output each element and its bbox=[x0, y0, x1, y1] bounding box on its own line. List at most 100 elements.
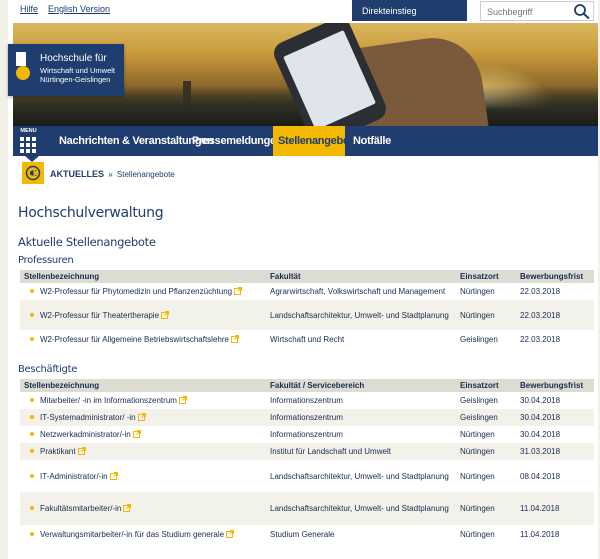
professuren-table: Stellenbezeichnung Fakultät Einsatzort B… bbox=[20, 270, 594, 348]
help-link[interactable]: Hilfe bbox=[20, 4, 38, 14]
unit-cell: Landschaftsarchitektur, Umwelt- und Stad… bbox=[266, 300, 456, 330]
breadcrumb-home[interactable]: AKTUELLES bbox=[50, 169, 104, 179]
column-header: Fakultät / Servicebereich bbox=[266, 379, 456, 392]
job-title-cell: W2-Professur für Allgemeine Betriebswirt… bbox=[20, 330, 266, 348]
direkteinstieg-dropdown[interactable]: Direkteinstieg bbox=[352, 0, 467, 21]
menu-grid-icon bbox=[20, 137, 37, 154]
table-row: IT-Administrator/-in Landschaftsarchitek… bbox=[20, 460, 594, 492]
table-row: W2-Professur für Phytomedizin und Pflanz… bbox=[20, 283, 594, 300]
beschaeftigte-heading: Beschäftigte bbox=[18, 364, 78, 375]
location-cell: Geislingen bbox=[456, 409, 516, 426]
bullet-icon bbox=[30, 312, 34, 317]
unit-cell: Wirtschaft und Recht bbox=[270, 334, 345, 344]
column-header: Bewerbungsfrist bbox=[516, 379, 594, 392]
nav-item-pressemeldungen[interactable]: Pressemeldungen bbox=[192, 126, 283, 156]
external-link-icon[interactable] bbox=[123, 504, 132, 512]
table-row: Netzwerkadministrator/-in Informationsze… bbox=[20, 426, 594, 443]
table-row: Mitarbeiter/ -in im Informationszentrum … bbox=[20, 392, 594, 409]
logo-line-3: Nürtingen-Geislingen bbox=[40, 75, 111, 84]
logo-line-2: Wirtschaft und Umwelt bbox=[40, 66, 116, 75]
location-cell: Nürtingen bbox=[460, 430, 495, 439]
menu-button[interactable]: MENU bbox=[15, 126, 42, 156]
location-cell: Nürtingen bbox=[460, 529, 495, 539]
deadline-cell: 08.04.2018 bbox=[520, 471, 561, 481]
column-header: Fakultät bbox=[266, 270, 456, 283]
job-link[interactable]: Mitarbeiter/ -in im Informationszentrum bbox=[40, 396, 177, 405]
external-link-icon[interactable] bbox=[226, 529, 235, 538]
job-link[interactable]: W2-Professur für Theatertherapie bbox=[40, 311, 159, 320]
table-row: IT-Systemadministrator/ -in Informations… bbox=[20, 409, 594, 426]
bullet-icon bbox=[30, 415, 34, 420]
job-title-cell: IT-Administrator/-in bbox=[20, 460, 266, 492]
bullet-icon bbox=[30, 289, 34, 294]
job-link[interactable]: IT-Administrator/-in bbox=[40, 472, 108, 481]
column-header: Stellenbezeichnung bbox=[20, 270, 266, 283]
location-cell: Nürtingen bbox=[456, 443, 516, 460]
deadline-cell: 30.04.2018 bbox=[520, 396, 561, 405]
page: Hilfe English Version Direkteinstieg Suc… bbox=[8, 0, 598, 559]
breadcrumb-separator: » bbox=[108, 170, 113, 179]
external-link-icon[interactable] bbox=[109, 471, 118, 480]
external-link-icon[interactable] bbox=[137, 413, 146, 421]
page-title: Hochschulverwaltung bbox=[18, 205, 164, 221]
nav-item-notfaelle[interactable]: Notfälle bbox=[353, 126, 391, 156]
job-link[interactable]: W2-Professur für Phytomedizin und Pflanz… bbox=[40, 287, 232, 296]
bullet-icon bbox=[30, 506, 34, 511]
unit-cell: Landschaftsarchitektur, Umwelt- und Stad… bbox=[266, 492, 456, 525]
deadline-cell: 22.03.2018 bbox=[520, 334, 561, 344]
job-link[interactable]: Netzwerkadministrator/-in bbox=[40, 430, 131, 439]
university-logo[interactable]: Hochschule für Wirtschaft und Umwelt Nür… bbox=[8, 44, 124, 96]
job-link[interactable]: Praktikant bbox=[40, 447, 76, 456]
external-link-icon[interactable] bbox=[234, 287, 243, 295]
table-row: Praktikant Institut für Landschaft und U… bbox=[20, 443, 594, 460]
deadline-cell: 22.03.2018 bbox=[516, 300, 594, 330]
job-link[interactable]: IT-Systemadministrator/ -in bbox=[40, 413, 136, 422]
external-link-icon[interactable] bbox=[230, 334, 239, 343]
search-box bbox=[480, 1, 594, 21]
table-header-row: Stellenbezeichnung Fakultät Einsatzort B… bbox=[20, 270, 594, 283]
nav-item-stellenangebote[interactable]: Stellenangebote bbox=[273, 126, 359, 156]
bullet-icon bbox=[30, 473, 34, 478]
job-title-cell: Verwaltungsmitarbeiter/-in für das Studi… bbox=[20, 525, 266, 543]
job-link[interactable]: W2-Professur für Allgemeine Betriebswirt… bbox=[40, 335, 229, 344]
external-link-icon[interactable] bbox=[178, 396, 187, 404]
job-title-cell: Fakultätsmitarbeiter/-in bbox=[20, 492, 266, 525]
bullet-icon bbox=[30, 449, 34, 454]
external-link-icon[interactable] bbox=[132, 430, 141, 438]
unit-cell: Studium Generale bbox=[270, 529, 335, 539]
top-utility-bar: Hilfe English Version Direkteinstieg bbox=[8, 0, 598, 22]
location-cell: Nürtingen bbox=[460, 471, 495, 481]
location-cell: Nürtingen bbox=[460, 287, 495, 296]
menu-label: MENU bbox=[20, 128, 37, 134]
nav-item-nachrichten[interactable]: Nachrichten & Veranstaltungen bbox=[59, 126, 214, 156]
unit-cell: Informationszentrum bbox=[270, 396, 343, 405]
table-header-row: Stellenbezeichnung Fakultät / Serviceber… bbox=[20, 379, 594, 392]
column-header: Bewerbungsfrist bbox=[516, 270, 594, 283]
unit-cell: Agrarwirtschaft, Volkswirtschaft und Man… bbox=[270, 287, 446, 296]
column-header: Einsatzort bbox=[456, 379, 516, 392]
unit-cell: Informationszentrum bbox=[270, 430, 343, 439]
deadline-cell: 31.03.2018 bbox=[516, 443, 594, 460]
deadline-cell: 22.03.2018 bbox=[520, 287, 561, 296]
breadcrumb-current: Stellenangebote bbox=[116, 170, 175, 179]
bullet-icon bbox=[30, 531, 34, 536]
table-row: W2-Professur für Theatertherapie Landsch… bbox=[20, 300, 594, 330]
job-link[interactable]: Verwaltungsmitarbeiter/-in für das Studi… bbox=[40, 530, 224, 539]
external-link-icon[interactable] bbox=[161, 310, 170, 319]
job-title-cell: W2-Professur für Phytomedizin und Pflanz… bbox=[20, 283, 266, 300]
job-link[interactable]: Fakultätsmitarbeiter/-in bbox=[40, 504, 121, 513]
english-version-link[interactable]: English Version bbox=[48, 4, 110, 14]
deadline-cell: 30.04.2018 bbox=[520, 430, 561, 439]
location-cell: Nürtingen bbox=[456, 492, 516, 525]
job-title-cell: Praktikant bbox=[20, 443, 266, 460]
bullet-icon bbox=[30, 432, 34, 437]
megaphone-icon bbox=[22, 162, 44, 184]
search-input[interactable] bbox=[487, 5, 572, 18]
table-row: Fakultätsmitarbeiter/-in Landschaftsarch… bbox=[20, 492, 594, 525]
bullet-icon bbox=[30, 336, 34, 341]
location-cell: Geislingen bbox=[460, 334, 498, 344]
external-link-icon[interactable] bbox=[77, 447, 86, 455]
deadline-cell: 11.04.2018 bbox=[520, 529, 560, 539]
search-icon[interactable] bbox=[573, 3, 591, 20]
table-row: W2-Professur für Allgemeine Betriebswirt… bbox=[20, 330, 594, 348]
